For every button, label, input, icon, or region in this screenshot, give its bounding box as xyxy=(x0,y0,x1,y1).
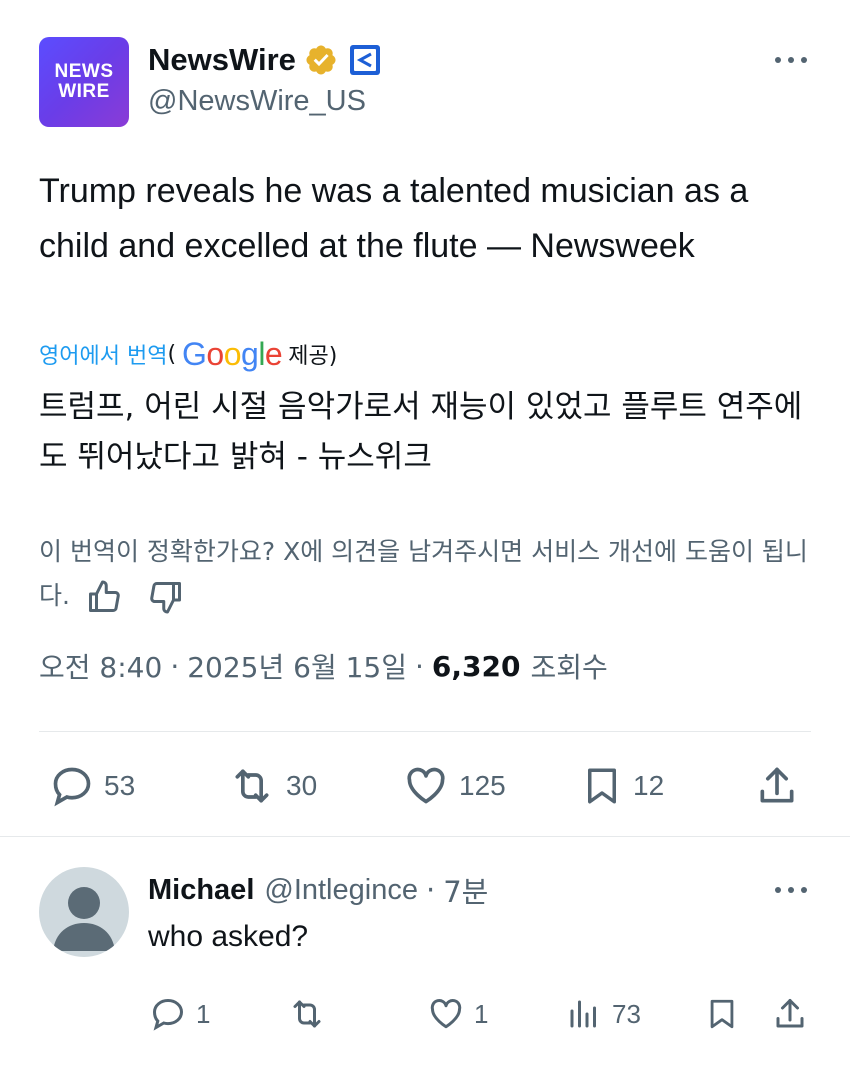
reply-bookmark-button[interactable] xyxy=(705,996,739,1032)
reply-icon xyxy=(152,998,184,1031)
repost-icon xyxy=(293,1000,321,1028)
google-logo-letter: o xyxy=(223,335,242,372)
verified-badge-icon[interactable] xyxy=(304,43,338,77)
more-options-icon[interactable] xyxy=(771,50,811,70)
bookmark-icon xyxy=(710,999,734,1029)
reply-count: 53 xyxy=(104,770,136,801)
paren-open: ( xyxy=(167,341,177,367)
default-user-icon xyxy=(53,887,115,951)
google-logo-letter: g xyxy=(241,335,259,372)
views-label: 조회수 xyxy=(530,651,608,684)
tweet-date[interactable]: 2025년 6월 15일 xyxy=(187,646,407,686)
google-logo-letter: l xyxy=(258,335,265,372)
reply-author-name[interactable]: Michael xyxy=(148,874,254,907)
reply-separator: · xyxy=(425,873,436,907)
share-icon xyxy=(760,767,794,803)
author-handle[interactable]: @NewsWire_US xyxy=(148,85,366,118)
translation-attribution: 영어에서 번역 ( Google 제공) xyxy=(39,334,337,374)
reply-time[interactable]: 7분 xyxy=(443,869,488,911)
repost-icon xyxy=(235,769,269,803)
newswire-avatar[interactable]: NEWS WIRE xyxy=(39,37,129,127)
reply-view-count: 73 xyxy=(612,998,641,1029)
thumbs-up-icon[interactable] xyxy=(86,579,122,615)
provided-by-label: 제공) xyxy=(288,344,338,369)
reply-like-count: 1 xyxy=(474,998,489,1029)
google-logo-letter: o xyxy=(206,335,224,372)
reply-icon xyxy=(53,767,91,807)
avatar[interactable] xyxy=(39,867,129,957)
like-button[interactable]: 125 xyxy=(403,764,506,808)
divider xyxy=(39,731,811,732)
share-button[interactable] xyxy=(755,764,799,808)
google-logo: Google xyxy=(182,335,283,373)
reply-share-button[interactable] xyxy=(772,996,808,1032)
reply-text: who asked? xyxy=(148,920,309,953)
logo-text-line-1: NEWS xyxy=(54,61,114,82)
author-row: NewsWire xyxy=(148,40,382,80)
tweet-time[interactable]: 오전 8:40 xyxy=(39,646,162,686)
share-icon xyxy=(776,999,804,1028)
bookmark-icon xyxy=(588,768,616,804)
section-divider xyxy=(0,836,850,837)
repost-count: 30 xyxy=(286,770,318,801)
tweet-metadata: 오전 8:40 · 2025년 6월 15일 · 6,320 조회수 xyxy=(39,644,608,688)
google-logo-letter: e xyxy=(264,335,283,372)
reply-views-button[interactable]: 73 xyxy=(566,996,641,1032)
bookmark-count: 12 xyxy=(633,770,665,801)
affiliate-badge-icon[interactable] xyxy=(348,43,382,77)
translated-text: 트럼프, 어린 시절 음악가로서 재능이 있었고 플루트 연주에도 뛰어났다고 … xyxy=(39,389,803,475)
repost-button[interactable]: 30 xyxy=(228,764,317,808)
meta-separator: · xyxy=(170,649,180,683)
google-logo-letter: G xyxy=(182,335,207,372)
tweet-text: Trump reveals he was a talented musician… xyxy=(39,172,749,265)
reply-header: Michael @Intlegince · 7분 xyxy=(148,870,488,910)
author-name[interactable]: NewsWire xyxy=(148,42,296,78)
reply-like-button[interactable]: 1 xyxy=(428,996,488,1032)
translated-from-link[interactable]: 영어에서 번역 xyxy=(39,338,167,370)
meta-separator: · xyxy=(415,649,424,683)
reply-reply-count: 1 xyxy=(196,998,211,1029)
view-count: 6,320 xyxy=(431,649,521,683)
reply-button[interactable]: 53 xyxy=(50,764,135,808)
analytics-icon xyxy=(570,1000,596,1028)
reply-author-handle[interactable]: @Intlegince xyxy=(264,874,418,907)
reply-reply-button[interactable]: 1 xyxy=(150,996,210,1032)
heart-icon xyxy=(407,767,445,804)
reply-repost-button[interactable] xyxy=(287,996,327,1032)
logo-text-line-2: WIRE xyxy=(58,81,110,102)
reply-more-options-icon[interactable] xyxy=(771,880,811,900)
thumbs-down-icon[interactable] xyxy=(148,579,184,615)
translation-feedback: 이 번역이 정확한가요? X에 의견을 남겨주시면 서비스 개선에 도움이 됩니… xyxy=(39,530,819,618)
heart-icon xyxy=(430,999,462,1029)
bookmark-button[interactable]: 12 xyxy=(581,764,664,808)
like-count: 125 xyxy=(459,770,506,801)
